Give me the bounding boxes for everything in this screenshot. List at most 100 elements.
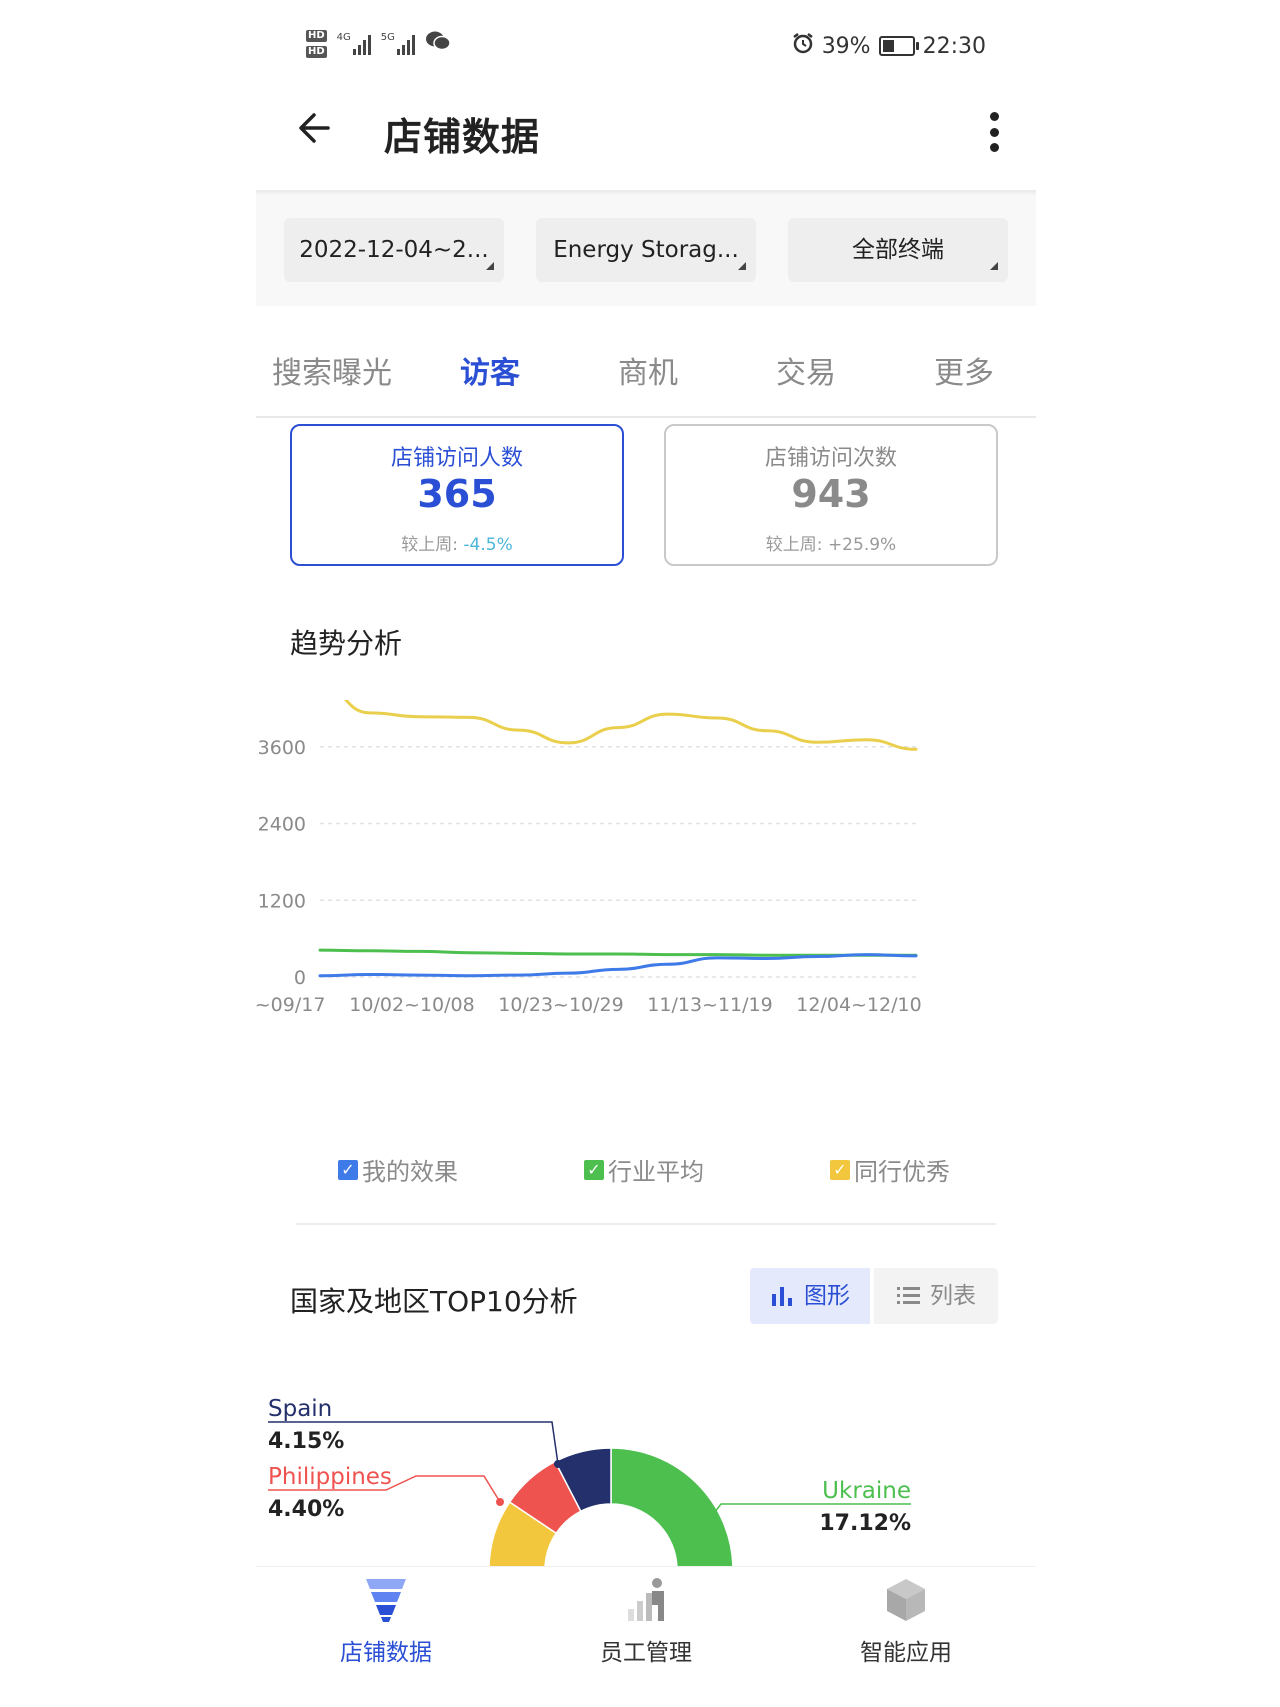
- network-type-label: 4G: [336, 32, 351, 43]
- category-select[interactable]: Energy Storag...: [536, 218, 756, 282]
- y-tick-label: 2400: [258, 814, 306, 836]
- slice-label-pct: 4.15%: [268, 1429, 344, 1454]
- x-tick-label: 10/23~10/29: [498, 994, 623, 1016]
- compare-label: 较上周:: [765, 535, 823, 555]
- metric-value: 365: [417, 472, 497, 516]
- status-bar: HD HD 4G 5G 39% 22:30: [256, 26, 1036, 72]
- y-tick-label: 1200: [258, 890, 306, 912]
- checkbox-checked-icon: ✓: [338, 1159, 358, 1180]
- dropdown-corner-icon: [990, 262, 998, 270]
- legend-label: 行业平均: [608, 1158, 704, 1186]
- back-button[interactable]: [290, 108, 338, 156]
- clock: 22:30: [922, 33, 986, 59]
- tab-visitors[interactable]: 访客: [460, 348, 520, 392]
- trend-line-chart: 4800360024001200011~09/1710/02~10/0810/2…: [256, 700, 922, 1016]
- signal-5g: 5G: [381, 33, 415, 55]
- metric-label: 店铺访问次数: [764, 446, 897, 471]
- tab-transactions[interactable]: 交易: [776, 348, 836, 392]
- more-options-icon[interactable]: [986, 112, 1002, 152]
- trend-legend: ✓ 我的效果 ✓ 行业平均 ✓ 同行优秀: [256, 1152, 1036, 1192]
- slice-label-name: Philippines: [268, 1464, 392, 1490]
- nav-label: 店铺数据: [340, 1640, 432, 1666]
- tabs-divider: [256, 416, 1036, 418]
- region-title: 国家及地区TOP10分析: [290, 1285, 578, 1318]
- metric-card-visits[interactable]: 店铺访问次数 943 较上周: +25.9%: [664, 424, 998, 566]
- region-donut-chart: Spain 4.15% Philippines 4.40% Ukraine 17.12%: [268, 1396, 911, 1566]
- chart-view-button[interactable]: 图形: [750, 1268, 870, 1324]
- phone-screen: HD HD 4G 5G 39% 22:30 店铺数据 2022-12-04~2.…: [256, 0, 1036, 1707]
- network-type-label: 5G: [380, 32, 395, 43]
- alarm-icon: [792, 32, 814, 60]
- status-left: HD HD 4G 5G: [306, 30, 451, 58]
- donut-slice: [610, 1447, 734, 1566]
- leader-dot: [496, 1498, 504, 1506]
- nav-label: 智能应用: [860, 1640, 952, 1666]
- checkbox-checked-icon: ✓: [830, 1159, 850, 1180]
- tab-more[interactable]: 更多: [934, 348, 994, 392]
- metric-card-visitors[interactable]: 店铺访问人数 365 较上周: -4.5%: [290, 424, 624, 566]
- arrow-left-icon: [299, 113, 330, 143]
- list-view-button[interactable]: 列表: [874, 1268, 998, 1324]
- terminal-value: 全部终端: [852, 237, 944, 263]
- list-icon: [897, 1287, 920, 1304]
- signal-bars-icon: [352, 33, 371, 55]
- metric-change: +25.9%: [827, 535, 897, 555]
- legend-label: 我的效果: [362, 1158, 458, 1186]
- hd-badge: HD: [306, 46, 327, 58]
- signal-4g: 4G: [337, 33, 371, 55]
- legend-item-mine[interactable]: ✓ 我的效果: [338, 1152, 458, 1187]
- nav-smart-apps[interactable]: 智能应用: [816, 1577, 996, 1667]
- category-value: Energy Storag...: [553, 237, 739, 263]
- dropdown-corner-icon: [486, 262, 494, 270]
- legend-item-top-peers[interactable]: ✓ 同行优秀: [830, 1152, 950, 1187]
- x-tick-label: 12/04~12/10: [796, 994, 921, 1016]
- tab-opportunities[interactable]: 商机: [618, 348, 678, 392]
- slice-label-pct: 17.12%: [819, 1511, 911, 1536]
- cube-icon: [887, 1579, 925, 1621]
- slice-label-name: Spain: [268, 1396, 332, 1422]
- x-tick-label: 11/13~11/19: [647, 994, 772, 1016]
- date-range-value: 2022-12-04~2...: [299, 237, 489, 263]
- tab-search-exposure[interactable]: 搜索曝光: [272, 348, 392, 392]
- metric-label: 店铺访问人数: [390, 446, 523, 471]
- status-right: 39% 22:30: [792, 32, 986, 60]
- slice-label-pct: 4.40%: [268, 1497, 344, 1522]
- chart-view-label: 图形: [804, 1283, 850, 1309]
- bar-chart-icon: [772, 1287, 792, 1306]
- hd-indicators: HD HD: [306, 30, 327, 58]
- y-tick-label: 0: [294, 967, 306, 989]
- app-header: 店铺数据: [256, 92, 1036, 180]
- hd-badge: HD: [306, 30, 327, 42]
- series-line: [318, 948, 918, 957]
- leader-dot: [700, 1522, 708, 1530]
- metric-value: 943: [791, 472, 871, 516]
- filter-bar: 2022-12-04~2... Energy Storag... 全部终端: [256, 196, 1036, 306]
- page-title: 店铺数据: [384, 115, 541, 159]
- battery-percent: 39%: [821, 33, 871, 59]
- terminal-select[interactable]: 全部终端: [788, 218, 1008, 282]
- compare-label: 较上周:: [401, 535, 458, 555]
- metric-compare: 较上周: +25.9%: [666, 530, 996, 555]
- view-toggle: 图形 列表: [750, 1268, 998, 1324]
- staff-icon: [628, 1578, 664, 1621]
- metric-compare: 较上周: -4.5%: [292, 530, 622, 555]
- signal-bars-icon: [396, 33, 415, 55]
- bottom-nav: 店铺数据 员工管理 智能应用: [256, 1566, 1036, 1707]
- nav-store-data[interactable]: 店铺数据: [296, 1577, 476, 1667]
- y-tick-label: 3600: [258, 737, 306, 759]
- battery-icon: [878, 36, 919, 56]
- legend-item-industry[interactable]: ✓ 行业平均: [584, 1152, 704, 1187]
- section-divider: [296, 1223, 996, 1225]
- x-tick-label: 11~09/17: [256, 994, 325, 1016]
- date-range-select[interactable]: 2022-12-04~2...: [284, 218, 504, 282]
- metric-change: -4.5%: [463, 535, 513, 555]
- nav-staff-management[interactable]: 员工管理: [556, 1577, 736, 1667]
- slice-label-name: Ukraine: [822, 1478, 911, 1504]
- series-line: [343, 700, 918, 751]
- checkbox-checked-icon: ✓: [584, 1159, 604, 1180]
- leader-dot: [554, 1460, 562, 1468]
- funnel-icon: [366, 1579, 406, 1622]
- nav-label: 员工管理: [600, 1640, 692, 1666]
- dropdown-corner-icon: [738, 262, 746, 270]
- list-view-label: 列表: [930, 1283, 976, 1309]
